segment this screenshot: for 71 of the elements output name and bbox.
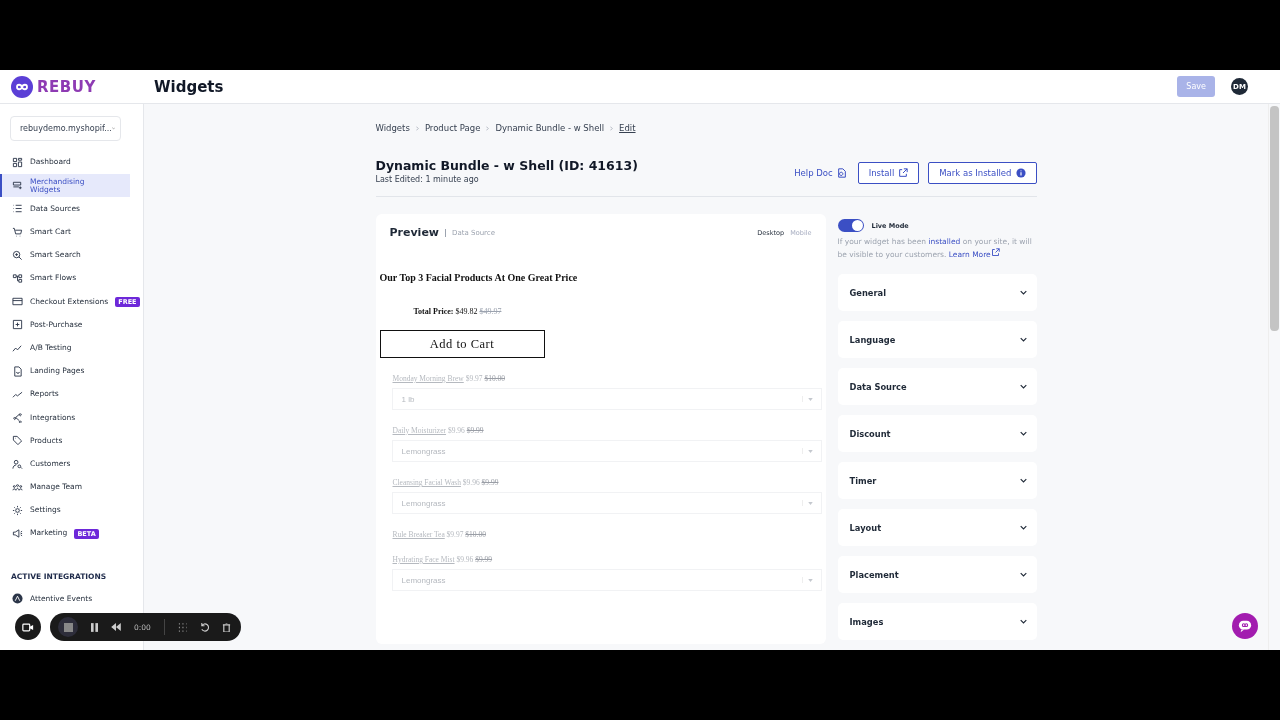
nav-icon: [12, 504, 23, 516]
nav-icon: [12, 226, 23, 238]
stop-button[interactable]: [58, 617, 78, 637]
external-link-icon: [990, 248, 1000, 257]
nav-icon: [12, 180, 23, 192]
video-camera-icon: [22, 622, 34, 632]
caret-down-icon: [807, 502, 813, 505]
nav-icon: [12, 481, 23, 493]
last-edited: Last Edited: 1 minute ago: [375, 175, 480, 184]
nav-icon: [12, 435, 23, 447]
pause-icon[interactable]: [91, 622, 98, 632]
bundle-heading: Our Top 3 Facial Products At One Great Price: [379, 272, 579, 283]
nav-icon: [12, 412, 23, 424]
breadcrumb-link[interactable]: Dynamic Bundle - w Shell: [495, 123, 605, 133]
logo-icon: [11, 75, 33, 98]
external-link-icon: [898, 168, 909, 178]
settings-section[interactable]: Layout: [837, 509, 1037, 546]
chevron-right-icon: [486, 125, 490, 131]
chevron-right-icon: [610, 125, 614, 131]
page-title: Widgets: [154, 77, 224, 96]
nav-icon: [12, 296, 23, 308]
nav-icon: [12, 273, 23, 285]
live-mode-toggle[interactable]: [837, 219, 864, 232]
settings-section[interactable]: Timer: [837, 462, 1037, 499]
restart-icon[interactable]: [199, 622, 209, 632]
nav-icon: [12, 203, 23, 215]
chat-icon: [1238, 619, 1252, 633]
breadcrumb-link[interactable]: Edit: [619, 123, 636, 133]
breadcrumb-link[interactable]: Product Page: [424, 123, 481, 133]
chevron-down-icon: [1019, 619, 1027, 624]
document-icon: [836, 168, 847, 178]
chevron-down-icon: [1019, 572, 1027, 577]
nav-icon: [12, 528, 23, 540]
chevron-down-icon: [1019, 337, 1027, 342]
nav-icon: [12, 458, 23, 470]
preview-title: Preview: [389, 226, 439, 239]
settings-section[interactable]: General: [837, 274, 1037, 311]
caret-down-icon: [807, 450, 813, 453]
scrollbar-thumb[interactable]: [1270, 106, 1279, 331]
mark-installed-button[interactable]: Mark as Installed: [928, 162, 1037, 184]
settings-section[interactable]: Data Source: [837, 368, 1037, 405]
caret-down-icon: [807, 579, 813, 582]
chevron-down-icon: [1019, 290, 1027, 295]
info-icon: [1015, 168, 1026, 178]
help-doc-link[interactable]: Help Doc: [794, 168, 847, 178]
settings-section[interactable]: Images: [837, 603, 1037, 640]
nav-icon: [12, 319, 23, 331]
nav-icon: [12, 249, 23, 261]
install-button[interactable]: Install: [857, 162, 920, 184]
widget-title: Dynamic Bundle - w Shell (ID: 41613): [375, 158, 638, 173]
trash-icon[interactable]: [221, 622, 231, 632]
chevron-right-icon: [415, 125, 419, 131]
chat-button[interactable]: [1232, 613, 1258, 639]
caret-down-icon: [807, 398, 813, 401]
breadcrumb-link[interactable]: Widgets: [375, 123, 410, 133]
integration-icon: [12, 593, 23, 605]
rewind-icon[interactable]: [111, 623, 121, 631]
settings-section[interactable]: Discount: [837, 415, 1037, 452]
add-to-cart-button[interactable]: Add to Cart: [379, 330, 545, 358]
total-price: Total Price: $49.82 $49.97: [413, 307, 503, 316]
settings-section[interactable]: Language: [837, 321, 1037, 358]
grid-icon[interactable]: [177, 622, 187, 632]
chevron-down-icon: [1019, 478, 1027, 483]
chevron-down-icon: [1019, 431, 1027, 436]
brand-name: REBUY: [37, 77, 96, 96]
nav-icon: [12, 157, 23, 169]
nav-icon: [12, 365, 23, 377]
chevron-down-icon: [1019, 384, 1027, 389]
settings-section[interactable]: Placement: [837, 556, 1037, 593]
store-selector[interactable]: rebuydemo.myshopif...: [10, 116, 121, 141]
chevron-down-icon: [1019, 525, 1027, 530]
